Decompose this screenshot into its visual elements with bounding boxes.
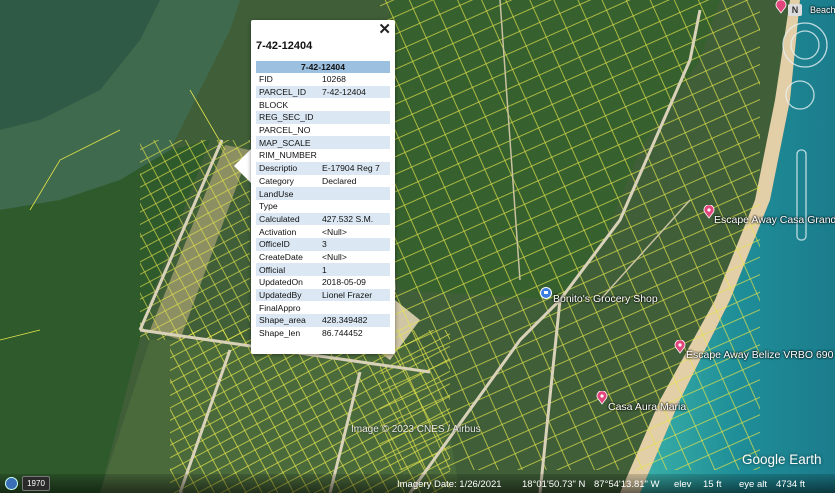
attribute-key: CreateDate: [259, 251, 303, 262]
attribute-key: Descriptio: [256, 161, 319, 175]
attribute-key: MAP_SCALE: [256, 136, 319, 150]
attribute-row: MAP_SCALE: [256, 136, 390, 150]
elevation-label: elev: [674, 479, 692, 490]
attribute-value: [319, 111, 390, 124]
attribute-key: Official: [256, 263, 319, 276]
place-label-escape-casa-grande[interactable]: Escape Away Casa Grande: [714, 214, 835, 226]
latitude: 18°01'50.73" N: [522, 479, 586, 490]
eye-alt-value: 4734 ft: [776, 479, 806, 490]
attribute-value: [319, 136, 390, 150]
attribute-key: Activation: [259, 226, 297, 237]
attribute-key: Calculated: [256, 212, 319, 226]
attribute-value: [319, 301, 390, 314]
attribute-value: Declared: [322, 175, 357, 186]
attribute-value: [319, 149, 390, 162]
elevation-value: 15 ft: [703, 479, 722, 490]
attribute-row: PARCEL_ID 7-42-12404: [256, 85, 390, 99]
place-label-casa-aura-maria[interactable]: Casa Aura Maria: [608, 401, 686, 413]
attribute-row: Shape_area 428.349482: [256, 314, 390, 327]
attribute-table: 7-42-12404 FID 10268 PARCEL_ID 7-42-12404 BL…: [256, 61, 390, 339]
attribute-row: CreateDate <Null>: [256, 251, 390, 264]
attribute-row: Type: [256, 200, 390, 213]
attribute-key: PARCEL_NO: [259, 125, 311, 136]
attribute-row: OfficeID 3: [256, 237, 390, 251]
attribute-value: 1: [319, 263, 390, 276]
attribute-row: FID 10268: [256, 73, 390, 86]
attribute-key: UpdatedBy: [256, 288, 319, 302]
attribute-value: Lionel Frazer: [319, 288, 390, 302]
attribute-row: Descriptio E-17904 Reg 7: [256, 161, 390, 175]
attribute-row: REG_SEC_ID: [256, 111, 390, 124]
north-arrow-icon[interactable]: N: [788, 4, 802, 16]
attribute-key: Type: [259, 201, 278, 212]
attribute-key: BLOCK: [259, 99, 289, 110]
parcel-info-popup: ✕ 7-42-12404 7-42-12404 FID 10268 PARCEL_I…: [251, 20, 395, 354]
attribute-key: Category: [259, 175, 294, 186]
attribute-key: REG_SEC_ID: [256, 111, 319, 124]
imagery-credit: Image © 2023 CNES / Airbus: [351, 424, 481, 435]
place-label-bonitos[interactable]: Bonito's Grocery Shop: [553, 293, 658, 305]
attribute-row: PARCEL_NO: [256, 124, 390, 137]
attribute-value: [319, 124, 390, 137]
attribute-row: Category Declared: [256, 175, 390, 188]
historical-year-badge[interactable]: 1970: [22, 476, 50, 491]
historical-imagery-clock-icon[interactable]: [5, 477, 18, 490]
attribute-value: 7-42-12404: [319, 85, 390, 99]
longitude: 87°54'13.81" W: [594, 479, 660, 490]
attribute-value: 428.349482: [319, 314, 390, 327]
location-pin-icon[interactable]: [775, 0, 787, 14]
place-label-beach[interactable]: Beach: [810, 5, 835, 15]
attribute-value: <Null>: [322, 251, 347, 262]
attribute-value: <Null>: [322, 226, 347, 237]
status-bar: Imagery Date: 1/26/2021 18°01'50.73" N 8…: [0, 474, 835, 493]
attribute-key: UpdatedOn: [259, 277, 303, 288]
eye-alt-label: eye alt: [739, 479, 767, 490]
attribute-value: [319, 98, 390, 111]
attribute-value: 2018-05-09: [322, 277, 366, 288]
location-pin-icon[interactable]: [596, 391, 608, 405]
attribute-value: E-17904 Reg 7: [319, 161, 390, 175]
attribute-row: FinalAppro: [256, 301, 390, 314]
satellite-map[interactable]: [0, 0, 835, 493]
attribute-key: FinalAppro: [259, 302, 301, 313]
attribute-row: Activation <Null>: [256, 225, 390, 238]
attribute-key: Shape_len: [259, 328, 301, 339]
popup-pointer: [234, 148, 252, 184]
attribute-row: Shape_len 86.744452: [256, 327, 390, 340]
imagery-date: Imagery Date: 1/26/2021: [397, 479, 502, 490]
attribute-value: 10268: [322, 74, 346, 85]
attribute-key: LandUse: [256, 187, 319, 200]
google-earth-logo: Google Earth: [742, 452, 822, 467]
attribute-value: 427.532 S.M.: [319, 212, 390, 226]
close-icon[interactable]: ✕: [378, 22, 391, 37]
attribute-row: BLOCK: [256, 98, 390, 111]
attribute-value: [319, 200, 390, 213]
attribute-value: 86.744452: [322, 328, 363, 339]
attribute-table-header: 7-42-12404: [256, 61, 390, 73]
attribute-key: RIM_NUMBER: [259, 150, 317, 161]
attribute-value: [319, 187, 390, 200]
attribute-row: LandUse: [256, 187, 390, 200]
attribute-row: RIM_NUMBER: [256, 149, 390, 162]
attribute-key: FID: [259, 74, 273, 85]
grocery-pin-icon[interactable]: [540, 287, 552, 301]
popup-title: 7-42-12404: [256, 40, 313, 52]
attribute-key: PARCEL_ID: [256, 85, 319, 99]
attribute-row: UpdatedOn 2018-05-09: [256, 276, 390, 289]
attribute-row: Official 1: [256, 263, 390, 276]
attribute-key: Shape_area: [256, 314, 319, 327]
place-label-escape-belize[interactable]: Escape Away Belize VRBO 690: [686, 349, 833, 361]
location-pin-icon[interactable]: [674, 340, 686, 354]
attribute-value: 3: [319, 237, 390, 251]
attribute-row: Calculated 427.532 S.M.: [256, 212, 390, 226]
attribute-key: OfficeID: [256, 237, 319, 251]
attribute-row: UpdatedBy Lionel Frazer: [256, 288, 390, 302]
